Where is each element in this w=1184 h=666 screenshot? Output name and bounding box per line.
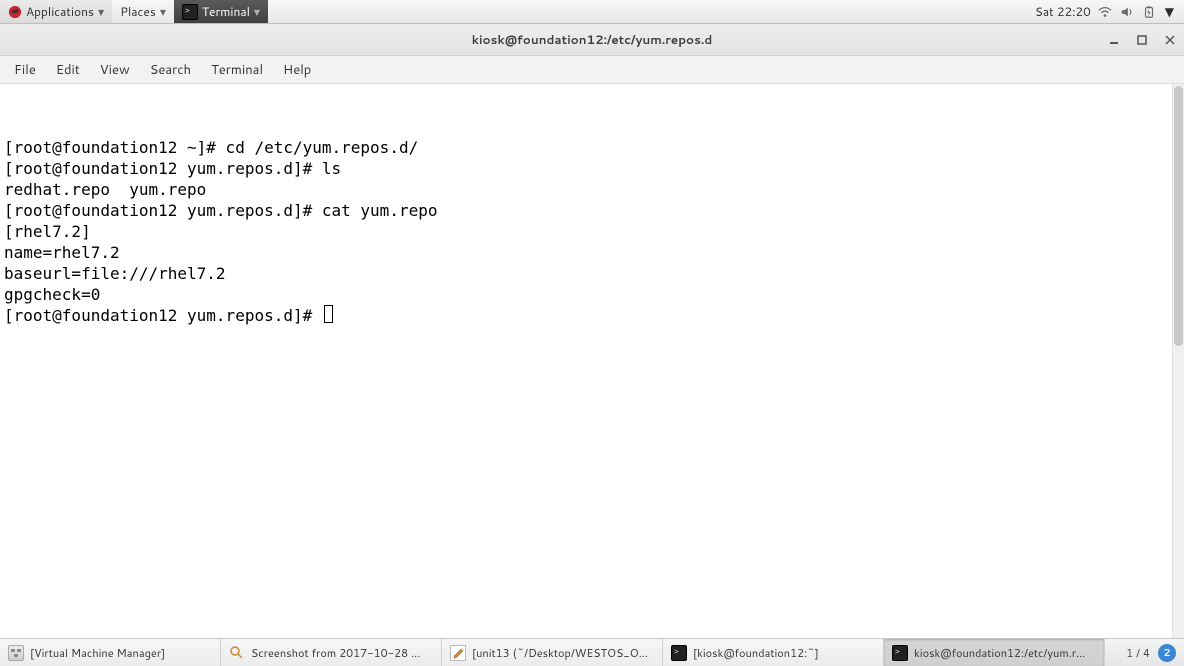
volume-icon[interactable]	[1119, 4, 1135, 20]
chevron-down-icon: ▼	[98, 6, 104, 18]
top-panel: Applications ▼ Places ▼ Terminal ▼ Sat 2…	[0, 0, 1184, 24]
terminal-prompt: [root@foundation12 yum.repos.d]#	[4, 306, 322, 325]
terminal-line: [root@foundation12 yum.repos.d]# ls	[4, 158, 1180, 179]
taskbar-label: [unit13 (~/Desktop/WESTOS_O...	[472, 645, 648, 661]
close-button[interactable]	[1162, 32, 1178, 48]
taskbar-item-gedit[interactable]: [unit13 (~/Desktop/WESTOS_O...	[442, 639, 663, 666]
image-viewer-icon	[229, 645, 245, 661]
taskbar-item-screenshot[interactable]: Screenshot from 2017-10-28 ...	[221, 639, 442, 666]
terminal-icon	[182, 4, 198, 20]
terminal-icon	[892, 645, 908, 661]
places-label: Places	[120, 3, 156, 20]
window-title: kiosk@foundation12:/etc/yum.repos.d	[472, 31, 713, 48]
terminal-line: redhat.repo yum.repo	[4, 179, 1180, 200]
chevron-down-icon: ▼	[254, 6, 260, 18]
wifi-icon[interactable]	[1097, 4, 1113, 20]
terminal-output[interactable]: [root@foundation12 ~]# cd /etc/yum.repos…	[0, 84, 1184, 638]
scrollbar-thumb[interactable]	[1174, 86, 1183, 346]
applications-label: Applications	[26, 3, 94, 20]
places-menu[interactable]: Places ▼	[112, 0, 174, 23]
fedora-icon	[8, 5, 22, 19]
clock[interactable]: Sat 22:20	[1035, 3, 1091, 20]
terminal-icon	[671, 645, 687, 661]
menu-help[interactable]: Help	[273, 57, 321, 83]
window-controls	[1106, 24, 1178, 55]
taskbar-label: [kiosk@foundation12:~]	[693, 645, 819, 661]
taskbar-label: kiosk@foundation12:/etc/yum.r...	[914, 645, 1085, 661]
menu-edit[interactable]: Edit	[46, 57, 90, 83]
active-app-label: Terminal	[202, 3, 250, 20]
menu-terminal[interactable]: Terminal	[201, 57, 273, 83]
menubar: File Edit View Search Terminal Help	[0, 56, 1184, 84]
taskbar: [Virtual Machine Manager] Screenshot fro…	[0, 638, 1184, 666]
chevron-down-icon: ▼	[160, 6, 166, 18]
battery-icon[interactable]	[1141, 4, 1157, 20]
maximize-button[interactable]	[1134, 32, 1150, 48]
menu-search[interactable]: Search	[140, 57, 201, 83]
terminal-line: [root@foundation12 ~]# cd /etc/yum.repos…	[4, 137, 1180, 158]
text-editor-icon	[450, 645, 466, 661]
vmm-icon	[8, 645, 24, 661]
taskbar-item-terminal-home[interactable]: [kiosk@foundation12:~]	[663, 639, 884, 666]
active-app-terminal[interactable]: Terminal ▼	[174, 0, 268, 23]
terminal-line: baseurl=file:///rhel7.2	[4, 263, 1180, 284]
cursor	[324, 305, 333, 323]
window-titlebar[interactable]: kiosk@foundation12:/etc/yum.repos.d	[0, 24, 1184, 56]
taskbar-item-terminal-repos[interactable]: kiosk@foundation12:/etc/yum.r...	[884, 639, 1105, 666]
workspace-indicator[interactable]: 1 / 4	[1126, 645, 1150, 661]
terminal-prompt-line: [root@foundation12 yum.repos.d]#	[4, 305, 1180, 326]
terminal-line: gpgcheck=0	[4, 284, 1180, 305]
menu-view[interactable]: View	[90, 57, 140, 83]
taskbar-label: [Virtual Machine Manager]	[30, 645, 165, 661]
terminal-line: name=rhel7.2	[4, 242, 1180, 263]
terminal-line: [root@foundation12 yum.repos.d]# cat yum…	[4, 200, 1180, 221]
taskbar-item-vmm[interactable]: [Virtual Machine Manager]	[0, 639, 221, 666]
taskbar-label: Screenshot from 2017-10-28 ...	[251, 645, 420, 661]
system-menu-chevron[interactable]: ▼	[1163, 3, 1176, 20]
applications-menu[interactable]: Applications ▼	[0, 0, 112, 23]
notification-badge[interactable]: 2	[1158, 644, 1176, 662]
menu-file[interactable]: File	[4, 57, 46, 83]
minimize-button[interactable]	[1106, 32, 1122, 48]
scrollbar[interactable]	[1172, 84, 1184, 638]
terminal-line: [rhel7.2]	[4, 221, 1180, 242]
